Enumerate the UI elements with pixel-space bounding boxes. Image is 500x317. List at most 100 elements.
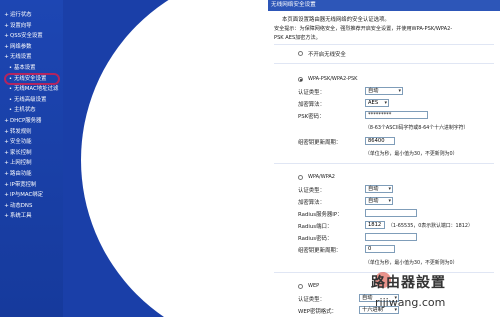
sidebar-item[interactable]: • 基本设置 bbox=[0, 63, 63, 74]
expand-icon: + bbox=[4, 202, 9, 209]
wpa-radio[interactable] bbox=[298, 175, 303, 180]
sidebar-item[interactable]: • 无线MAC地址过滤 bbox=[0, 84, 63, 95]
wpa-renew-label: 组密钥更新周期： bbox=[298, 248, 342, 254]
bullet-icon: • bbox=[8, 96, 13, 103]
wpa-auth-select[interactable]: 自动 bbox=[365, 185, 393, 193]
no-security-radio[interactable] bbox=[298, 51, 303, 56]
no-security-label: 不开启无线安全 bbox=[308, 52, 346, 58]
sidebar-item-label: 无线高级设置 bbox=[14, 96, 47, 103]
expand-icon: + bbox=[4, 128, 9, 135]
watermark-url: rijiwang.com bbox=[375, 296, 446, 309]
sidebar-item-label: 上网控制 bbox=[10, 160, 32, 167]
sidebar-item[interactable]: +网络参数 bbox=[0, 42, 63, 53]
page-header: 无线网络安全设置 bbox=[268, 0, 500, 11]
sidebar-item[interactable]: +运行状态 bbox=[0, 10, 63, 21]
security-tip-cont: PSK AES加密方法。 bbox=[274, 35, 321, 41]
expand-icon: + bbox=[4, 43, 9, 50]
sidebar-item-label: 路由功能 bbox=[10, 170, 32, 177]
wpa-renew-hint: （单位为秒，最小值为30，不更新则为0） bbox=[365, 260, 458, 266]
sidebar-item-label: 运行状态 bbox=[10, 12, 32, 18]
psk-password-input[interactable]: ********* bbox=[365, 111, 428, 119]
wpa-enc-label: 加密算法： bbox=[298, 200, 325, 206]
expand-icon: + bbox=[4, 160, 9, 167]
sidebar-item-label: DHCP服务器 bbox=[10, 117, 42, 124]
psk-enc-label: 加密算法： bbox=[298, 102, 325, 108]
expand-icon: + bbox=[4, 12, 9, 18]
psk-auth-select[interactable]: 自动 bbox=[365, 87, 403, 95]
sidebar-item-label: 无线安全设置 bbox=[14, 75, 47, 82]
divider bbox=[274, 63, 494, 64]
sidebar-item-label: IP带宽控制 bbox=[10, 181, 37, 188]
sidebar-item-label: 设置向导 bbox=[10, 22, 32, 29]
sidebar-item-label: 网络参数 bbox=[10, 43, 32, 50]
psk-renew-hint: （单位为秒，最小值为30，不更新则为0） bbox=[365, 151, 458, 157]
divider bbox=[274, 44, 494, 45]
expand-icon: + bbox=[4, 192, 9, 199]
decorative-curve bbox=[63, 0, 268, 317]
psk-enc-select[interactable]: AES bbox=[365, 99, 389, 107]
radius-ip-input[interactable] bbox=[365, 209, 417, 217]
radius-port-label: Radius端口： bbox=[298, 224, 333, 230]
sidebar-item-label: IP与MAC绑定 bbox=[10, 192, 44, 199]
sidebar-item-label: 基本设置 bbox=[14, 64, 36, 71]
radius-ip-label: Radius服务器IP： bbox=[298, 212, 343, 218]
sidebar-item[interactable]: +动态DNS bbox=[0, 201, 63, 212]
sidebar-item[interactable]: • 无线安全设置 bbox=[0, 72, 63, 85]
sidebar-item[interactable]: +家长控制 bbox=[0, 148, 63, 159]
sidebar-item-label: 主机状态 bbox=[14, 107, 36, 114]
radius-password-input[interactable] bbox=[365, 233, 417, 241]
sidebar-item[interactable]: +IP带宽控制 bbox=[0, 180, 63, 191]
psk-password-hint: （8-63个ASCII码字符或8-64个十六进制字符） bbox=[365, 125, 469, 131]
bullet-icon: • bbox=[8, 107, 13, 114]
psk-renew-value: 86400 bbox=[368, 138, 385, 144]
psk-auth-value: 自动 bbox=[368, 88, 379, 94]
radius-port-input[interactable]: 1812 bbox=[365, 221, 385, 229]
sidebar-item-label: 转发规则 bbox=[10, 128, 32, 135]
expand-icon: + bbox=[4, 181, 9, 188]
bullet-icon: • bbox=[8, 64, 13, 71]
sidebar-item[interactable]: +路由功能 bbox=[0, 169, 63, 180]
expand-icon: + bbox=[4, 22, 9, 29]
sidebar-item[interactable]: +DHCP服务器 bbox=[0, 116, 63, 127]
wpa-enc-value: 自动 bbox=[368, 198, 379, 204]
expand-icon: + bbox=[4, 149, 9, 156]
expand-icon: + bbox=[4, 54, 9, 61]
sidebar-item[interactable]: +无线设置 bbox=[0, 52, 63, 63]
sidebar-item-label: 动态DNS bbox=[10, 202, 33, 209]
sidebar-item[interactable]: +转发规则 bbox=[0, 127, 63, 138]
psk-enc-value: AES bbox=[368, 100, 379, 106]
sidebar-nav: +运行状态 +设置向导 +QSS安全设置 +网络参数 +无线设置 • 基本设置 • 无线安全设置… bbox=[0, 0, 63, 317]
psk-renew-input[interactable]: 86400 bbox=[365, 137, 395, 145]
security-tip: 安全提示：为保障网络安全，强烈推荐开启安全设置，并使用WPA-PSK/WPA2- bbox=[274, 26, 453, 32]
sidebar-item-label: 安全功能 bbox=[10, 139, 32, 146]
divider bbox=[274, 163, 494, 164]
sidebar-item[interactable]: +系统工具 bbox=[0, 211, 63, 222]
wpa-enc-select[interactable]: 自动 bbox=[365, 197, 393, 205]
wpa-renew-input[interactable]: 0 bbox=[365, 245, 395, 253]
psk-password-value: ********* bbox=[368, 112, 392, 118]
expand-icon: + bbox=[4, 117, 9, 124]
wep-label: WEP bbox=[308, 283, 320, 289]
sidebar-item[interactable]: +QSS安全设置 bbox=[0, 31, 63, 42]
radius-password-label: Radius密码： bbox=[298, 236, 333, 242]
sidebar-item-label: 家长控制 bbox=[10, 149, 32, 156]
sidebar-item-label: 无线设置 bbox=[10, 54, 32, 61]
page-title: 无线网络安全设置 bbox=[271, 2, 316, 8]
expand-icon: + bbox=[4, 213, 9, 220]
sidebar-item[interactable]: • 无线高级设置 bbox=[0, 95, 63, 106]
wpa-auth-value: 自动 bbox=[368, 186, 379, 192]
psk-auth-label: 认证类型： bbox=[298, 90, 325, 96]
wpa-psk-radio[interactable] bbox=[298, 77, 303, 82]
wep-radio[interactable] bbox=[298, 284, 303, 289]
expand-icon: + bbox=[4, 33, 9, 40]
sidebar-item[interactable]: +设置向导 bbox=[0, 21, 63, 32]
sidebar-item[interactable]: • 主机状态 bbox=[0, 105, 63, 116]
psk-renew-label: 组密钥更新周期： bbox=[298, 140, 342, 146]
sidebar-item-label: QSS安全设置 bbox=[10, 33, 43, 40]
wpa-auth-label: 认证类型： bbox=[298, 188, 325, 194]
sidebar-item[interactable]: +安全功能 bbox=[0, 137, 63, 148]
wpa-renew-value: 0 bbox=[368, 246, 372, 252]
sidebar-item[interactable]: +IP与MAC绑定 bbox=[0, 190, 63, 201]
psk-password-label: PSK密码： bbox=[298, 114, 325, 120]
sidebar-item[interactable]: +上网控制 bbox=[0, 158, 63, 169]
